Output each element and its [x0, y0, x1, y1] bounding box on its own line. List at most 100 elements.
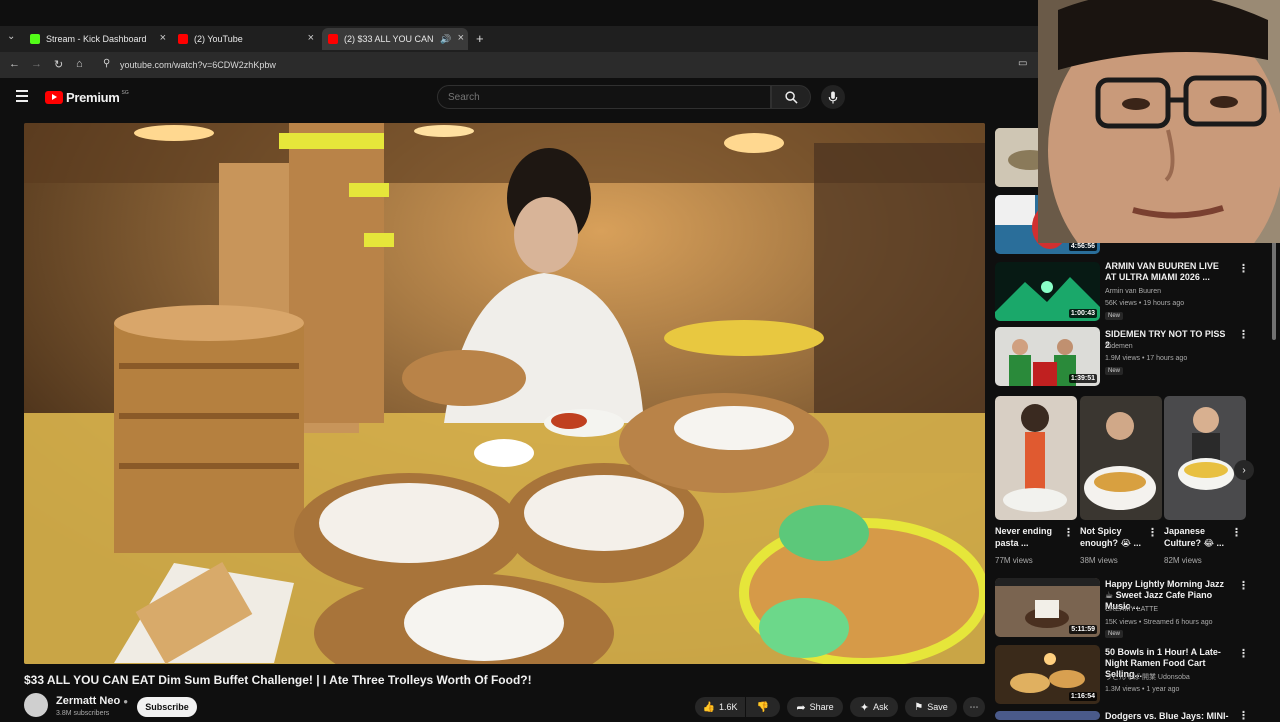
site-info-icon[interactable]: ⚲ [103, 58, 110, 69]
recommendation-thumbnail[interactable] [995, 711, 1100, 720]
short-views: 38M views [1080, 556, 1118, 565]
tab-label: Stream - Kick Dashboard [46, 34, 147, 44]
youtube-favicon-icon [178, 34, 188, 44]
recommendation-meta: 1.9M views • 17 hours ago [1105, 355, 1188, 362]
more-actions-button[interactable]: ⋯ [963, 697, 985, 717]
search-icon [784, 90, 798, 104]
channel-avatar[interactable] [24, 693, 48, 717]
search-button[interactable] [771, 85, 811, 109]
subscriber-count: 3.8M subscribers [56, 710, 110, 717]
url-field[interactable]: youtube.com/watch?v=6CDW2zhKpbw [120, 60, 276, 70]
forward-icon[interactable]: → [31, 58, 42, 70]
more-options-icon[interactable]: ⋮ [1238, 262, 1249, 275]
more-options-icon[interactable]: ⋮ [1063, 526, 1074, 539]
tab-label: (2) $33 ALL YOU CAN EAT D [344, 34, 436, 44]
share-label: Share [809, 702, 834, 712]
recommendation-thumbnail[interactable]: 1:39:51 [995, 327, 1100, 386]
shorts-next-button[interactable]: › [1234, 460, 1254, 480]
more-options-icon[interactable]: ⋮ [1231, 526, 1242, 539]
recommendation-meta: 15K views • Streamed 6 hours ago [1105, 619, 1213, 626]
short-thumbnail[interactable] [995, 396, 1077, 520]
video-frame-image [24, 123, 985, 664]
audio-playing-icon[interactable]: 🔊 [440, 34, 451, 45]
tab-kick-dashboard[interactable]: Stream - Kick Dashboard × [24, 28, 170, 50]
thumbnail-image [1080, 396, 1162, 520]
video-duration: 1:00:43 [1068, 309, 1097, 318]
recommendation-meta: 1.3M views • 1 year ago [1105, 686, 1180, 693]
recommendation-channel[interactable]: うどんそば 開業 Udonsoba [1105, 672, 1235, 683]
new-badge: New [1105, 630, 1124, 638]
bookmark-icon: ⚑ [914, 701, 924, 713]
video-player[interactable] [24, 123, 985, 664]
close-tab-icon[interactable]: × [160, 32, 166, 44]
ask-button[interactable]: ✦ Ask [850, 697, 898, 717]
home-icon[interactable]: ⌂ [76, 58, 83, 70]
recommendation-channel[interactable]: Armin van Buuren [1105, 286, 1235, 297]
voice-search-button[interactable] [821, 85, 845, 109]
recommendation-title[interactable]: Dodgers vs. Blue Jays: MINI- [1105, 711, 1230, 722]
short-title[interactable]: Japanese Culture? 😂 ... [1164, 525, 1226, 549]
new-badge: New [1105, 367, 1124, 375]
like-button[interactable]: 👍 1.6K [695, 697, 745, 717]
short-title[interactable]: Never ending pasta ... [995, 525, 1057, 549]
new-tab-button[interactable]: + [476, 31, 484, 46]
sparkle-icon: ✦ [859, 701, 870, 714]
recommendation-channel[interactable]: Sidemen [1105, 341, 1235, 352]
search-input[interactable] [438, 86, 770, 108]
short-thumbnail[interactable] [1080, 396, 1162, 520]
menu-icon[interactable] [16, 90, 28, 102]
chevron-right-icon: › [1242, 464, 1246, 476]
more-icon: ⋯ [969, 701, 979, 712]
save-label: Save [927, 702, 948, 712]
recommendation-thumbnail[interactable]: 5:11:59 [995, 578, 1100, 637]
short-views: 82M views [1164, 556, 1202, 565]
youtube-play-icon [45, 91, 63, 104]
more-options-icon[interactable]: ⋮ [1238, 579, 1249, 592]
video-title: $33 ALL YOU CAN EAT Dim Sum Buffet Chall… [24, 673, 532, 687]
search-box [437, 85, 771, 109]
tab-video-active[interactable]: (2) $33 ALL YOU CAN EAT D 🔊 × [322, 28, 468, 50]
webcam-overlay [1038, 0, 1280, 243]
thumbnail-image [1164, 396, 1246, 520]
new-badge: New [1105, 312, 1124, 320]
short-views: 77M views [995, 556, 1033, 565]
more-options-icon[interactable]: ⋮ [1238, 328, 1249, 341]
youtube-logo[interactable]: Premium SG [45, 90, 129, 105]
microphone-icon [828, 90, 838, 104]
thumbs-down-icon: 👎 [756, 701, 770, 713]
recommendation-thumbnail[interactable]: 1:16:54 [995, 645, 1100, 704]
channel-name[interactable]: Zermatt Neo ● [56, 695, 128, 707]
verified-icon: ● [123, 697, 129, 706]
like-count: 1.6K [718, 702, 738, 712]
share-button[interactable]: ➦ Share [787, 697, 843, 717]
recommendation-thumbnail[interactable]: 1:00:43 [995, 262, 1100, 321]
more-options-icon[interactable]: ⋮ [1238, 709, 1249, 722]
reload-icon[interactable]: ↻ [54, 58, 63, 71]
video-duration: 5:11:59 [1069, 625, 1097, 634]
video-duration: 4:56:56 [1068, 242, 1097, 251]
more-options-icon[interactable]: ⋮ [1238, 647, 1249, 660]
recommendation-title[interactable]: ARMIN VAN BUUREN LIVE AT ULTRA MIAMI 202… [1105, 261, 1230, 283]
save-button[interactable]: ⚑ Save [905, 697, 957, 717]
close-tab-icon[interactable]: × [458, 32, 464, 44]
share-icon: ➦ [796, 701, 806, 714]
short-thumbnail[interactable] [1164, 396, 1246, 520]
tab-youtube[interactable]: (2) YouTube × [172, 28, 318, 50]
webcam-image [1038, 0, 1280, 243]
tab-list-icon[interactable]: ⌄ [7, 31, 15, 42]
ask-label: Ask [873, 702, 889, 712]
kick-favicon-icon [30, 34, 40, 44]
back-icon[interactable]: ← [9, 58, 20, 70]
youtube-favicon-icon [328, 34, 338, 44]
short-title[interactable]: Not Spicy enough? 😭 ... [1080, 525, 1142, 549]
thumbnail-image [995, 396, 1077, 520]
recommendation-channel[interactable]: CREAMY LATTE [1105, 604, 1235, 615]
subscribe-button[interactable]: Subscribe [137, 697, 197, 717]
logo-text: Premium [66, 90, 120, 105]
close-tab-icon[interactable]: × [308, 32, 314, 44]
cast-icon[interactable]: ▭ [1018, 58, 1027, 69]
dislike-button[interactable]: 👎 [746, 697, 780, 717]
channel-name-text: Zermatt Neo [56, 695, 121, 707]
recommendation-meta: 56K views • 19 hours ago [1105, 300, 1185, 307]
more-options-icon[interactable]: ⋮ [1147, 526, 1158, 539]
